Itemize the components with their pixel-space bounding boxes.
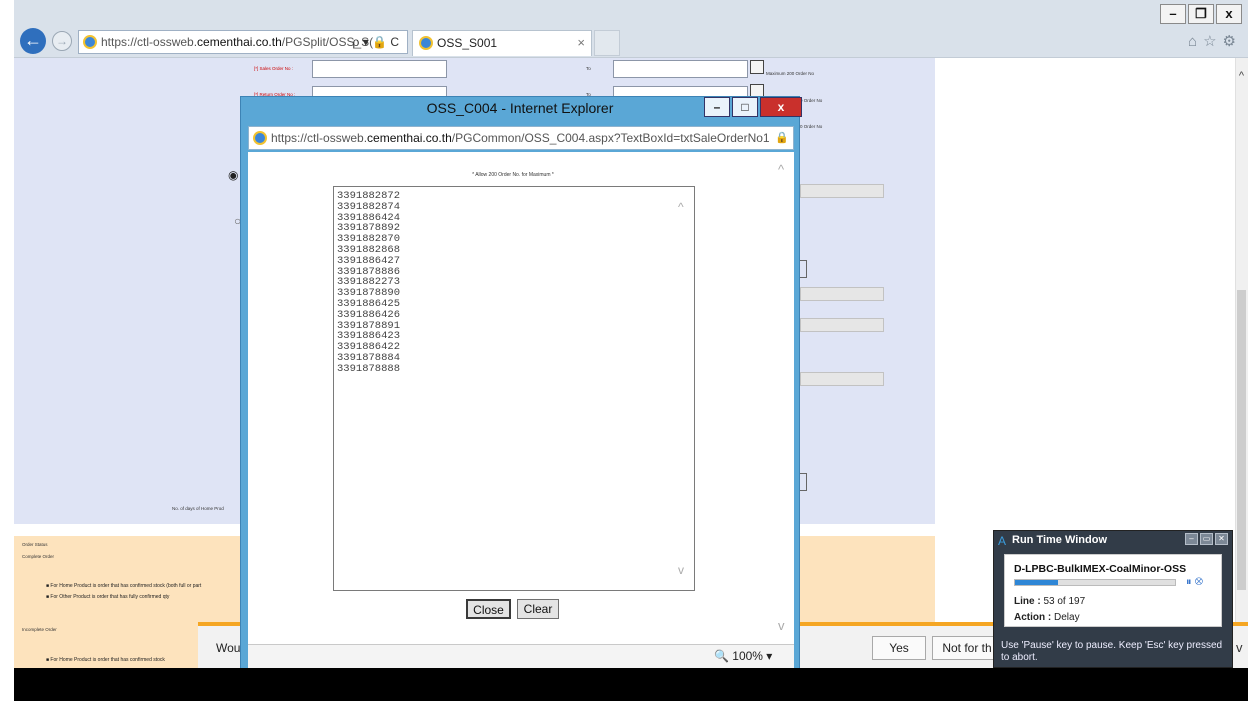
pause-icon[interactable]: ⏸ — [1186, 576, 1192, 588]
rtw-close-button[interactable]: ✕ — [1215, 533, 1228, 545]
sales-order-from-input[interactable] — [312, 60, 447, 78]
run-time-window-controls: – ▭ ✕ — [1185, 533, 1228, 545]
line-progress: Line : 53 of 197 — [1014, 596, 1085, 607]
popup-url-path: /PGCommon/OSS_C004.aspx?TextBoxId=txtSal… — [451, 131, 770, 145]
automation-logo-icon: A — [998, 534, 1007, 548]
readonly-field — [800, 287, 884, 301]
max-order-note: * Allow 200 Order No. for Maximum * — [472, 172, 554, 178]
action-label: Action : — [1014, 612, 1052, 623]
run-time-window-title: Run Time Window — [1012, 534, 1108, 546]
address-tools-icon[interactable]: ρ ▾ 🔒 C — [353, 31, 399, 53]
back-button[interactable]: ← — [20, 28, 46, 54]
lock-icon: 🔒 — [775, 132, 789, 144]
stop-icon[interactable]: ⊗ — [1195, 576, 1204, 588]
new-tab-button[interactable] — [594, 30, 620, 56]
rtw-restore-button[interactable]: ▭ — [1200, 533, 1213, 545]
status-bullet: For Home Product is order that has confi… — [46, 583, 201, 589]
scroll-up-icon[interactable]: ^ — [778, 162, 784, 177]
order-numbers-textarea[interactable]: 3391882872 3391882874 3391886424 3391878892… — [333, 186, 695, 591]
popup-window-controls: – □ x — [704, 97, 802, 117]
ie-favicon-icon — [83, 35, 97, 49]
clear-button[interactable]: Clear — [517, 599, 559, 619]
scroll-down-icon[interactable]: v — [778, 618, 785, 633]
minimize-button[interactable]: – — [1160, 4, 1186, 24]
home-favorites-settings-icon[interactable]: ⌂☆⚙ — [1188, 32, 1242, 50]
not-for-this-site-button[interactable]: Not for th — [932, 636, 1002, 660]
scroll-up-icon[interactable]: ^ — [1235, 70, 1248, 82]
order-list-icon[interactable] — [750, 60, 764, 74]
popup-maximize-button[interactable]: □ — [732, 97, 758, 117]
order-number: 3391882874 — [337, 200, 401, 213]
popup-url-domain: cementhai.co.th — [367, 131, 452, 145]
url-domain: cementhai.co.th — [197, 35, 282, 49]
textarea-scroll-down-icon[interactable]: v — [678, 563, 684, 577]
textarea-scroll-up-icon[interactable]: ^ — [678, 200, 684, 214]
yes-button[interactable]: Yes — [872, 636, 926, 660]
order-status-heading: Order Status — [22, 542, 48, 547]
run-progress-bar — [1014, 579, 1176, 586]
incomplete-order-label: Incomplete Order — [22, 627, 57, 632]
order-number: 3391878888 — [337, 362, 401, 375]
page-scrollbar-thumb[interactable] — [1237, 290, 1246, 590]
url-prefix: https://ctl-ossweb. — [101, 35, 198, 49]
popup-url-prefix: https://ctl-ossweb. — [271, 131, 368, 145]
radio-selected[interactable]: ◉ — [228, 168, 238, 182]
popup-status-bar — [248, 644, 794, 668]
close-button[interactable]: Close — [466, 599, 511, 619]
rtw-minimize-button[interactable]: – — [1185, 533, 1198, 545]
popup-close-button[interactable]: x — [760, 97, 802, 117]
zoom-control[interactable]: 🔍 100% ▾ — [714, 649, 772, 663]
status-bullet: For Home Product is order that has confi… — [46, 657, 165, 663]
taskbar — [14, 668, 1248, 701]
max-order-note: 0 Order No — [800, 98, 823, 103]
run-time-hint: Use 'Pause' key to pause. Keep 'Esc' key… — [1001, 640, 1223, 663]
order-number: 3391886427 — [337, 254, 401, 267]
readonly-field — [800, 184, 884, 198]
max-order-note: Maximum 200 Order No — [766, 71, 815, 76]
run-progress-fill — [1015, 580, 1059, 585]
popup-scrollbar[interactable]: ^ v — [776, 158, 792, 638]
address-bar[interactable]: https://ctl-ossweb.cementhai.co.th/PGSpl… — [78, 30, 408, 54]
tab-title: OSS_S001 — [437, 36, 498, 50]
sales-order-to-input[interactable] — [613, 60, 748, 78]
page-right-area — [935, 58, 1235, 524]
action-value: Delay — [1054, 612, 1080, 623]
readonly-field — [800, 372, 884, 386]
action-status: Action : Delay — [1014, 612, 1080, 623]
close-window-button[interactable]: x — [1216, 4, 1242, 24]
popup-address-bar[interactable]: https://ctl-ossweb.cementhai.co.th/PGCom… — [248, 126, 794, 150]
select-edge[interactable] — [800, 260, 807, 278]
line-value: 53 of 197 — [1043, 596, 1086, 607]
complete-order-label: Complete Order — [22, 554, 55, 559]
line-label: Line : — [1014, 596, 1041, 607]
order-list: 3391882872 3391882874 3391886424 3391878892… — [337, 191, 694, 375]
pause-stop-controls: ⏸ ⊗ — [1186, 576, 1203, 589]
to-label: To — [586, 66, 591, 71]
ie-favicon-icon — [419, 36, 433, 50]
days-home-product-label: No. of days of Home Prod — [172, 506, 224, 511]
order-number: 3391886426 — [337, 308, 401, 321]
max-order-note: 0 Order No — [800, 124, 823, 129]
job-name: D-LPBC-BulkIMEX-CoalMinor-OSS — [1014, 563, 1187, 575]
restore-button[interactable]: ❐ — [1188, 4, 1214, 24]
sales-order-label: [*] Sales Order No : — [254, 66, 294, 71]
screen-left-margin — [0, 0, 14, 701]
ie-favicon-icon — [253, 131, 267, 145]
select-edge[interactable] — [800, 473, 807, 491]
window-controls: – ❐ x — [1160, 4, 1242, 24]
tab-close-icon[interactable]: × — [577, 31, 585, 55]
readonly-field — [800, 318, 884, 332]
status-bullet: For Other Product is order that has full… — [46, 594, 169, 600]
chevron-down-icon[interactable]: v — [1236, 640, 1243, 655]
tab-oss-s001[interactable]: OSS_S001 × — [412, 30, 592, 56]
forward-button[interactable]: → — [52, 31, 72, 51]
popup-minimize-button[interactable]: – — [704, 97, 730, 117]
